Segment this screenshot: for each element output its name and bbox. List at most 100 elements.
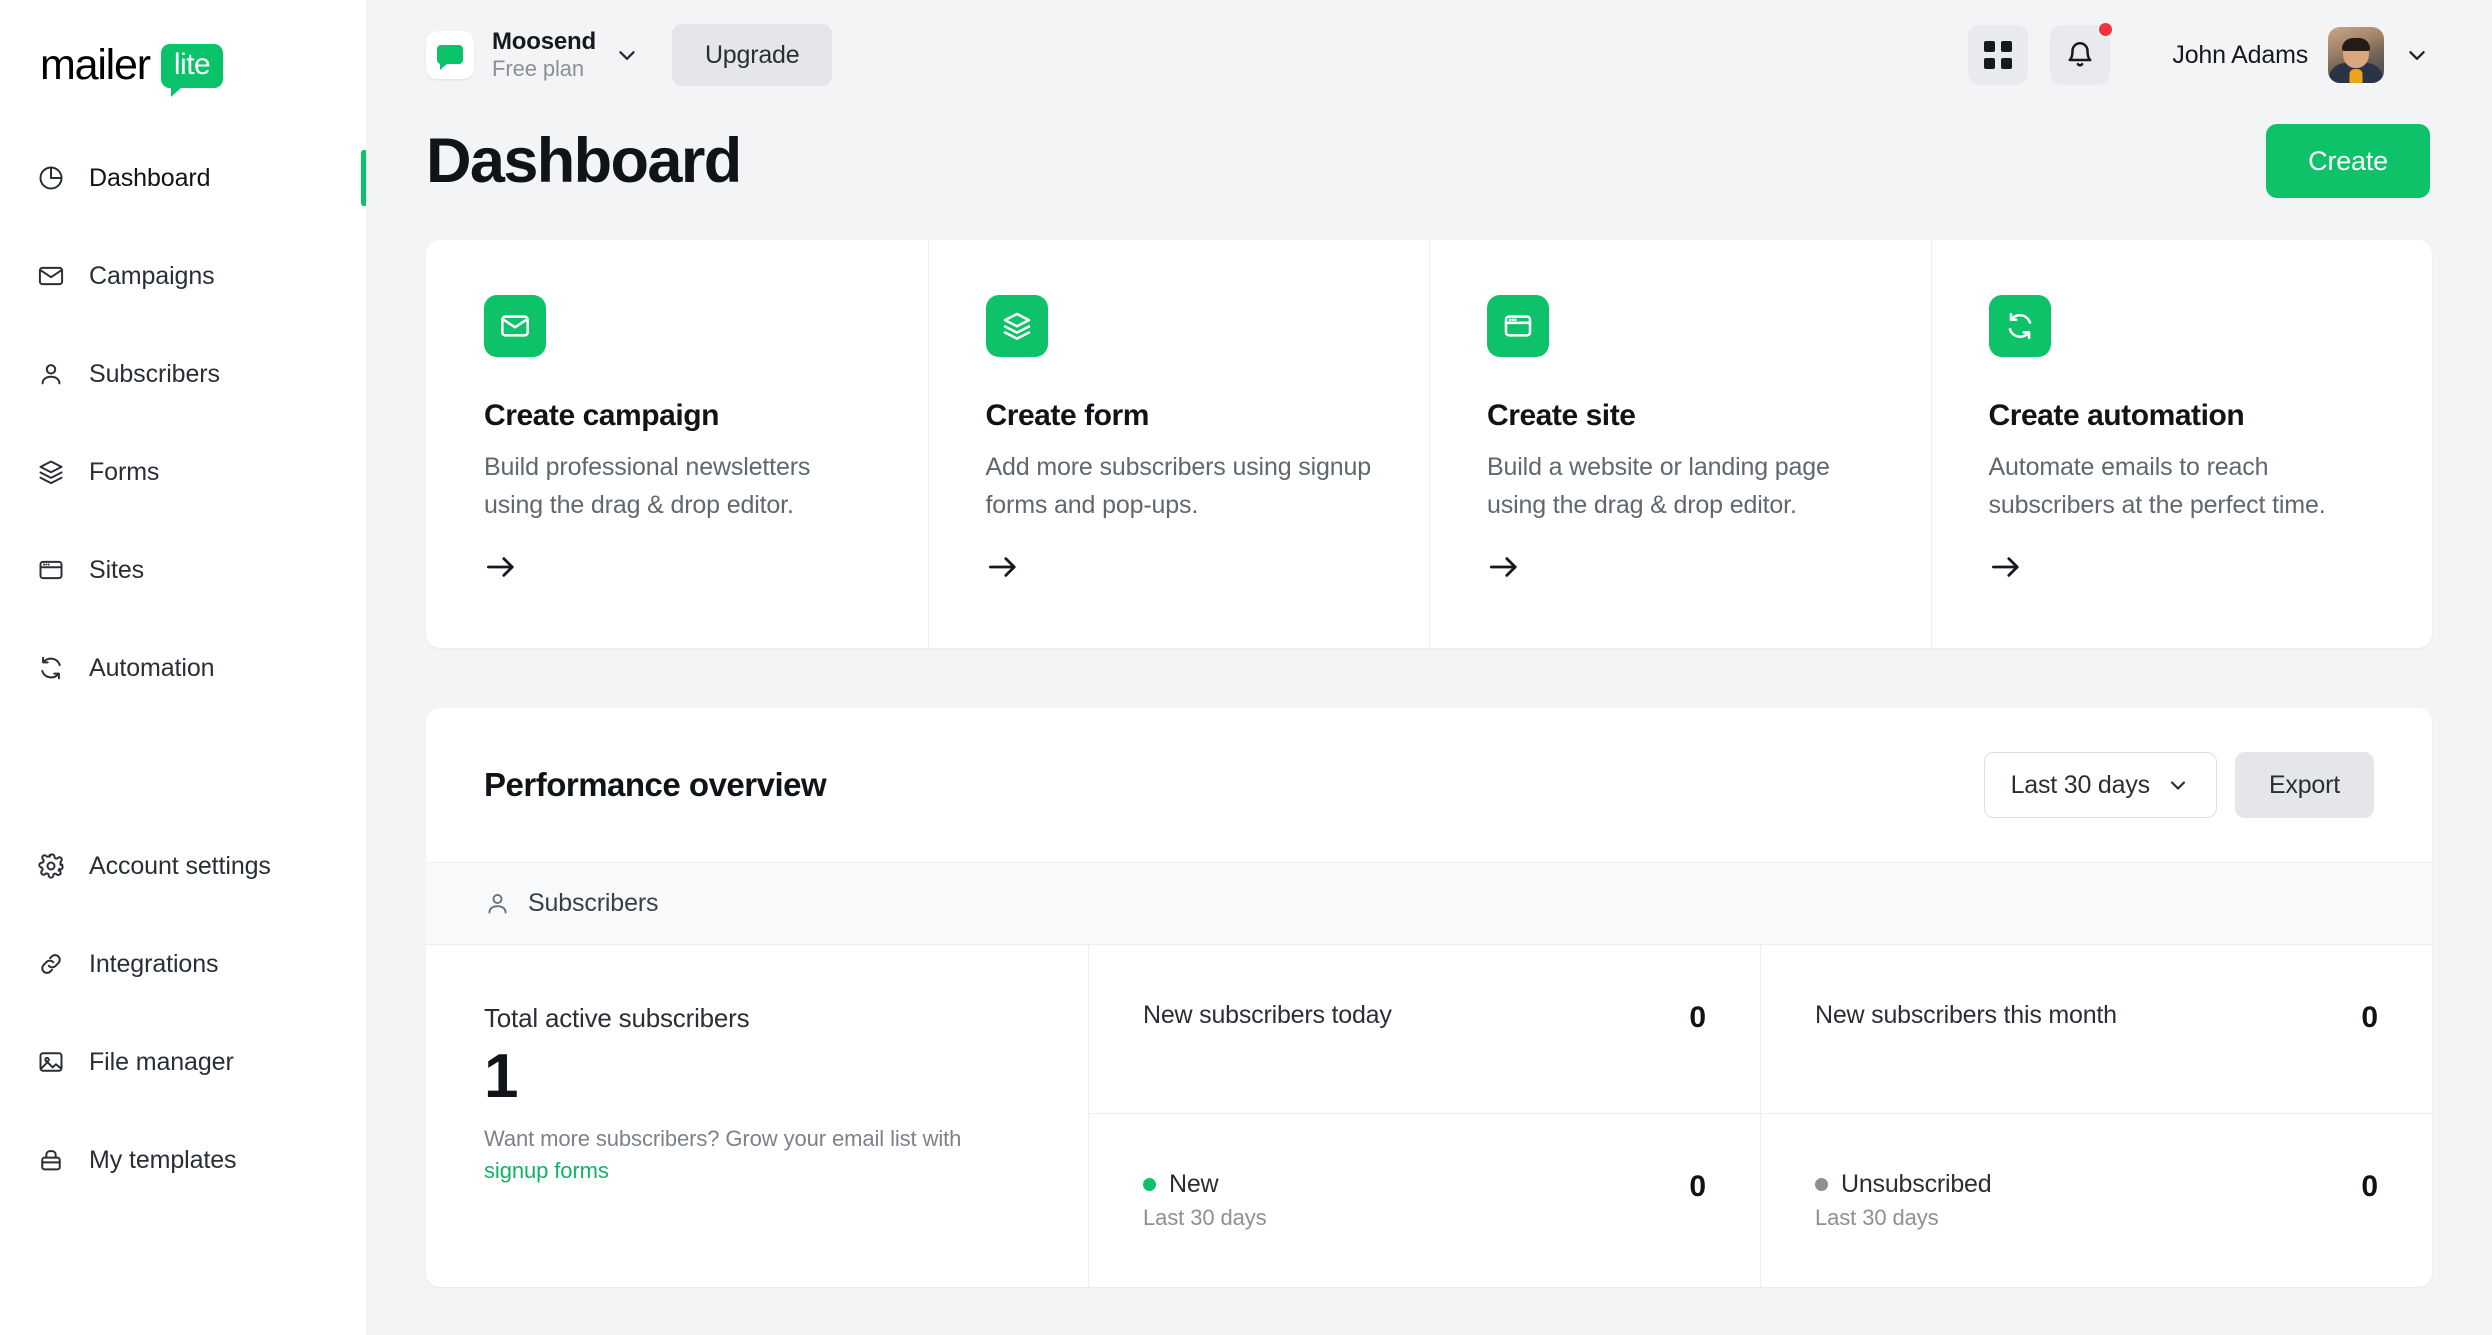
total-note-text: Want more subscribers? Grow your email l…: [484, 1126, 962, 1152]
sidebar-item-label: Campaigns: [89, 261, 215, 290]
sidebar-item-label: File manager: [89, 1047, 234, 1076]
signup-forms-link[interactable]: signup forms: [484, 1158, 609, 1183]
stat-sublabel: Last 30 days: [1143, 1205, 1267, 1230]
user-name: John Adams: [2172, 40, 2308, 69]
performance-title: Performance overview: [484, 766, 827, 803]
account-name: Moosend: [492, 27, 596, 55]
topbar: Moosend Free plan Upgrade John Adams: [366, 0, 2492, 110]
sidebar-item-automation[interactable]: Automation: [0, 636, 366, 700]
sidebar-item-sites[interactable]: Sites: [0, 538, 366, 602]
stat-label: New subscribers this month: [1815, 1001, 2117, 1029]
card-title: Create form: [985, 399, 1150, 432]
refresh-icon: [1988, 295, 2051, 357]
grid-icon: [1984, 41, 2013, 69]
stat-row: New Last 30 days 0 Unsubscribed Last 30 …: [1089, 1113, 2432, 1287]
person-icon: [36, 359, 66, 389]
sidebar-item-subscribers[interactable]: Subscribers: [0, 342, 366, 406]
sidebar-item-campaigns[interactable]: Campaigns: [0, 244, 366, 308]
sidebar-item-label: My templates: [89, 1145, 237, 1174]
image-icon: [36, 1047, 66, 1077]
sidebar-item-label: Automation: [89, 653, 215, 682]
browser-window-icon: [36, 555, 66, 585]
date-range-value: Last 30 days: [2010, 770, 2151, 799]
card-description: Automate emails to reach subscribers at …: [1988, 453, 2326, 519]
stat-label: Unsubscribed: [1841, 1170, 1992, 1198]
sidebar-item-label: Forms: [89, 457, 160, 486]
arrow-right-icon[interactable]: [1989, 553, 2023, 586]
card-create-campaign[interactable]: Create campaign Build professional newsl…: [426, 240, 928, 648]
account-logo-icon: [426, 30, 474, 79]
card-title: Create site: [1487, 399, 1636, 432]
sidebar-item-file-manager[interactable]: File manager: [0, 1030, 366, 1094]
performance-header: Performance overview Last 30 days Export: [426, 708, 2432, 862]
sidebar-item-account-settings[interactable]: Account settings: [0, 834, 366, 898]
stat-value: 0: [1689, 1001, 1706, 1034]
sidebar-item-label: Integrations: [89, 949, 219, 978]
card-description: Build professional newsletters using the…: [484, 453, 811, 519]
account-switcher[interactable]: Moosend Free plan: [426, 28, 640, 82]
chevron-down-icon: [2409, 51, 2425, 60]
refresh-icon: [36, 653, 66, 683]
user-menu[interactable]: John Adams: [2172, 27, 2430, 83]
sidebar-item-my-templates[interactable]: My templates: [0, 1128, 366, 1192]
app-logo[interactable]: mailer lite: [0, 0, 366, 97]
export-button[interactable]: Export: [2234, 752, 2374, 818]
page-header: Dashboard Create: [366, 124, 2492, 198]
stat-label: New: [1169, 1170, 1219, 1198]
browser-window-icon: [1487, 295, 1549, 357]
briefcase-icon: [36, 1145, 66, 1175]
card-create-site[interactable]: Create site Build a website or landing p…: [1429, 240, 1931, 648]
total-label: Total active subscribers: [484, 1003, 750, 1033]
card-create-automation[interactable]: Create automation Automate emails to rea…: [1930, 240, 2433, 648]
create-button[interactable]: Create: [2266, 124, 2430, 198]
sidebar-item-dashboard[interactable]: Dashboard: [0, 146, 366, 210]
sidebar-item-label: Account settings: [89, 851, 271, 880]
layers-icon: [36, 457, 66, 487]
card-title: Create campaign: [484, 399, 720, 432]
date-range-dropdown[interactable]: Last 30 days: [1983, 752, 2217, 818]
total-value: 1: [484, 1042, 518, 1111]
sidebar: mailer lite Dashboard Campaigns Subscrib…: [0, 0, 366, 1335]
envelope-icon: [36, 261, 66, 291]
sidebar-item-label: Subscribers: [89, 359, 220, 388]
arrow-right-icon[interactable]: [986, 553, 1020, 586]
card-create-form[interactable]: Create form Add more subscribers using s…: [927, 240, 1430, 648]
stat-sublabel: Last 30 days: [1815, 1205, 1939, 1230]
app-root: mailer lite Dashboard Campaigns Subscrib…: [0, 0, 2492, 1335]
section-label: Subscribers: [528, 889, 659, 917]
total-note: Want more subscribers? Grow your email l…: [484, 1123, 984, 1187]
sidebar-item-label: Sites: [89, 555, 145, 584]
apps-grid-button[interactable]: [1968, 25, 2029, 85]
stat-value: 0: [2361, 1001, 2378, 1034]
stat-grid: New subscribers today 0 New subscribers …: [1089, 945, 2432, 1287]
sidebar-item-forms[interactable]: Forms: [0, 440, 366, 504]
layers-icon: [985, 295, 1048, 357]
avatar: [2328, 27, 2384, 83]
person-icon: [488, 893, 507, 914]
account-plan: Free plan: [492, 56, 585, 82]
sidebar-nav: Dashboard Campaigns Subscribers Forms Si…: [0, 146, 366, 1192]
gear-icon: [36, 851, 66, 881]
bell-icon: [2068, 42, 2092, 67]
main-content: Moosend Free plan Upgrade John Adams Das…: [366, 0, 2492, 1335]
stat-unsubscribed: Unsubscribed Last 30 days 0: [1760, 1114, 2432, 1287]
stat-label: New subscribers today: [1143, 1001, 1392, 1029]
stat-new: New Last 30 days 0: [1089, 1114, 1760, 1287]
chevron-down-icon: [2170, 781, 2186, 790]
envelope-icon: [484, 295, 546, 357]
stat-new-subscribers-today: New subscribers today 0: [1089, 945, 1760, 1113]
logo-text: mailer: [40, 41, 151, 89]
notification-badge: [2097, 21, 2115, 38]
card-title: Create automation: [1988, 399, 2245, 432]
card-description: Build a website or landing page using th…: [1487, 453, 1830, 519]
upgrade-button[interactable]: Upgrade: [671, 24, 833, 86]
performance-actions: Last 30 days Export: [1983, 752, 2374, 818]
arrow-right-icon[interactable]: [484, 553, 518, 586]
card-description: Add more subscribers using signup forms …: [985, 453, 1372, 519]
performance-overview-panel: Performance overview Last 30 days Export…: [426, 708, 2432, 1287]
arrow-right-icon[interactable]: [1487, 553, 1521, 586]
status-dot-unsubscribed: [1815, 1178, 1828, 1191]
notifications-button[interactable]: [2050, 21, 2115, 85]
sidebar-item-integrations[interactable]: Integrations: [0, 932, 366, 996]
total-active-subscribers-block: Total active subscribers 1 Want more sub…: [426, 945, 1089, 1287]
